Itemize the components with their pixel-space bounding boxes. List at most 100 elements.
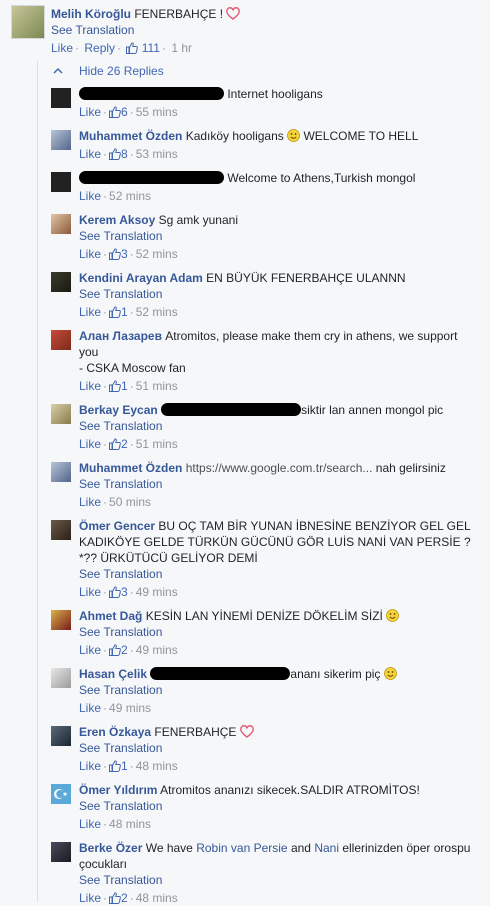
reply-author[interactable]: Kerem Aksoy bbox=[79, 213, 155, 227]
mention-link[interactable]: Nani bbox=[314, 841, 339, 855]
like-button[interactable]: Like bbox=[79, 495, 101, 509]
reply-author[interactable]: Muhammet Özden bbox=[79, 129, 182, 143]
mention-link[interactable]: Robin van Persie bbox=[196, 841, 287, 855]
like-count[interactable]: 2 bbox=[121, 643, 128, 657]
thumbs-up-icon bbox=[109, 760, 121, 772]
heart-icon bbox=[226, 7, 240, 20]
reply-text: Welcome to Athens,Turkish mongol bbox=[227, 171, 416, 185]
like-button[interactable]: Like bbox=[79, 189, 101, 203]
reply-time[interactable]: 48 mins bbox=[136, 759, 178, 773]
see-translation-link[interactable]: See Translation bbox=[79, 799, 162, 813]
reply-time[interactable]: 52 mins bbox=[136, 305, 178, 319]
see-translation-link[interactable]: See Translation bbox=[79, 625, 162, 639]
reply-author[interactable]: Kendini Arayan Adam bbox=[79, 271, 203, 285]
reply-author[interactable]: Berkay Eycan bbox=[79, 403, 158, 417]
reply-time[interactable]: 48 mins bbox=[136, 891, 178, 905]
see-translation-link[interactable]: See Translation bbox=[79, 567, 162, 581]
comment-author[interactable]: Melih Köroğlu bbox=[51, 7, 131, 21]
reply-text: siktir lan annen mongol pic bbox=[301, 403, 444, 417]
reply-author[interactable]: Ahmet Dağ bbox=[79, 609, 142, 623]
like-count[interactable]: 1 bbox=[121, 305, 128, 319]
avatar[interactable] bbox=[51, 842, 71, 862]
avatar[interactable] bbox=[51, 130, 71, 150]
like-count[interactable]: 2 bbox=[121, 437, 128, 451]
reply-time[interactable]: 53 mins bbox=[136, 147, 178, 161]
like-button[interactable]: Like bbox=[79, 379, 101, 393]
avatar[interactable] bbox=[51, 404, 71, 424]
thumbs-up-icon bbox=[126, 42, 138, 54]
like-button[interactable]: Like bbox=[79, 585, 101, 599]
reply-time[interactable]: 48 mins bbox=[109, 817, 151, 831]
like-button[interactable]: Like bbox=[79, 817, 101, 831]
reply-text-2: - CSKA Moscow fan bbox=[79, 361, 186, 375]
reply-text-2: WELCOME TO HELL bbox=[303, 129, 419, 143]
reply-author[interactable]: Алан Лазарев bbox=[79, 329, 162, 343]
like-button[interactable]: Like bbox=[79, 891, 101, 905]
reply-button[interactable]: Reply bbox=[84, 41, 115, 55]
see-translation-link[interactable]: See Translation bbox=[79, 741, 162, 755]
reply-time[interactable]: 55 mins bbox=[136, 105, 178, 119]
like-count[interactable]: 1 bbox=[121, 759, 128, 773]
like-button[interactable]: Like bbox=[79, 247, 101, 261]
comment-time[interactable]: 1 hr bbox=[171, 41, 192, 55]
thumbs-up-icon bbox=[109, 892, 121, 904]
avatar[interactable] bbox=[51, 272, 71, 292]
like-button[interactable]: Like bbox=[79, 147, 101, 161]
see-translation-link[interactable]: See Translation bbox=[79, 873, 162, 887]
reply-author[interactable]: Eren Özkaya bbox=[79, 725, 151, 739]
like-button[interactable]: Like bbox=[79, 105, 101, 119]
like-count[interactable]: 8 bbox=[121, 147, 128, 161]
see-translation-link[interactable]: See Translation bbox=[79, 477, 162, 491]
reply-author[interactable]: Berke Özer bbox=[79, 841, 142, 855]
reply-text: Internet hooligans bbox=[227, 87, 323, 101]
avatar[interactable] bbox=[51, 668, 71, 688]
thumbs-up-icon bbox=[109, 438, 121, 450]
avatar[interactable] bbox=[51, 462, 71, 482]
reply-time[interactable]: 49 mins bbox=[109, 701, 151, 715]
like-button[interactable]: Like bbox=[79, 437, 101, 451]
avatar[interactable] bbox=[51, 610, 71, 630]
see-translation-link[interactable]: See Translation bbox=[79, 683, 162, 697]
like-button[interactable]: Like bbox=[79, 701, 101, 715]
see-translation-link[interactable]: See Translation bbox=[51, 23, 134, 37]
see-translation-link[interactable]: See Translation bbox=[79, 229, 162, 243]
reply-time[interactable]: 51 mins bbox=[136, 437, 178, 451]
hide-replies-label[interactable]: Hide 26 Replies bbox=[79, 64, 164, 78]
reply-time[interactable]: 51 mins bbox=[136, 379, 178, 393]
redacted-name bbox=[79, 87, 224, 100]
like-count[interactable]: 3 bbox=[121, 585, 128, 599]
reply-text: EN BÜYÜK FENERBAHÇE ULANNN bbox=[206, 271, 406, 285]
reply-time[interactable]: 49 mins bbox=[136, 643, 178, 657]
reply-time[interactable]: 52 mins bbox=[136, 247, 178, 261]
avatar[interactable] bbox=[51, 214, 71, 234]
reply-time[interactable]: 52 mins bbox=[109, 189, 151, 203]
avatar[interactable] bbox=[51, 172, 71, 192]
reply-author[interactable]: Ömer Yıldırım bbox=[79, 783, 157, 797]
avatar[interactable] bbox=[51, 726, 71, 746]
see-translation-link[interactable]: See Translation bbox=[79, 287, 162, 301]
like-count[interactable]: 2 bbox=[121, 891, 128, 905]
like-count[interactable]: 1 bbox=[121, 379, 128, 393]
like-button[interactable]: Like bbox=[79, 305, 101, 319]
reply-time[interactable]: 50 mins bbox=[109, 495, 151, 509]
like-button[interactable]: Like bbox=[79, 759, 101, 773]
avatar[interactable] bbox=[51, 330, 71, 350]
see-translation-link[interactable]: See Translation bbox=[79, 419, 162, 433]
reply-time[interactable]: 49 mins bbox=[136, 585, 178, 599]
chevron-up-icon bbox=[53, 67, 63, 74]
avatar[interactable] bbox=[11, 5, 45, 39]
search-link[interactable]: https://www.google.com.tr/search... bbox=[186, 461, 373, 475]
like-count[interactable]: 6 bbox=[121, 105, 128, 119]
like-button[interactable]: Like bbox=[79, 643, 101, 657]
reply-author[interactable]: Muhammet Özden bbox=[79, 461, 182, 475]
like-count[interactable]: 3 bbox=[121, 247, 128, 261]
hide-replies-button[interactable]: Hide 26 Replies bbox=[53, 64, 164, 78]
reply-author[interactable]: Ömer Gencer bbox=[79, 519, 155, 533]
reply-text: FENERBAHÇE bbox=[154, 725, 237, 739]
like-button[interactable]: Like bbox=[51, 41, 73, 55]
like-count[interactable]: 111 bbox=[142, 41, 160, 55]
avatar[interactable] bbox=[51, 88, 71, 108]
avatar[interactable] bbox=[51, 520, 71, 540]
reply-author[interactable]: Hasan Çelik bbox=[79, 667, 147, 681]
avatar[interactable] bbox=[51, 784, 71, 804]
